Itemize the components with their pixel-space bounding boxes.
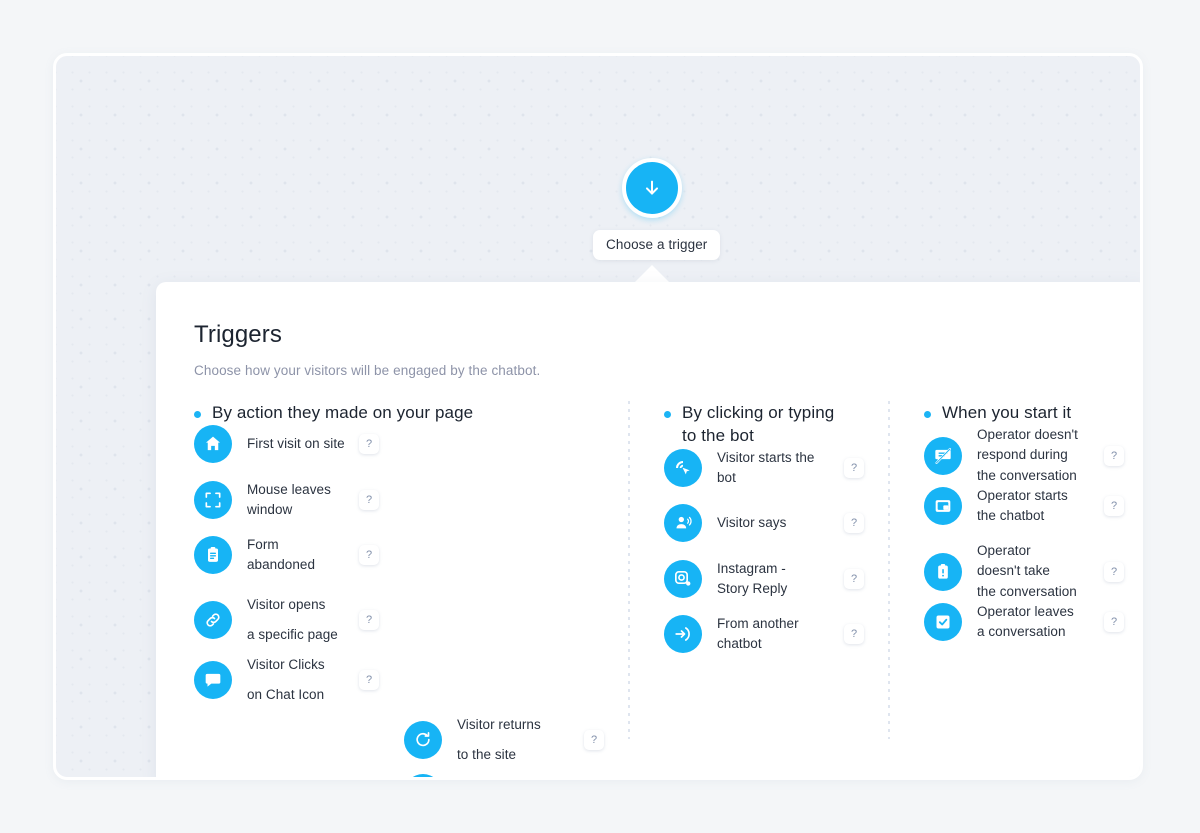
chat-bubble-icon: [194, 661, 232, 700]
clipboard-icon: [194, 536, 232, 575]
trigger-item[interactable]: Visitor Clicks on Chat Icon?: [194, 650, 379, 711]
triggers-panel: Triggers Choose how your visitors will b…: [156, 282, 1140, 777]
panel-notch: [634, 265, 670, 283]
page-subtitle: Choose how your visitors will be engaged…: [194, 363, 541, 378]
trigger-item-label: Operator doesn't respond during the conver…: [977, 426, 1078, 483]
trigger-list: Visitor starts the bot? Visitor says? Insta…: [664, 448, 864, 674]
help-tooltip-button[interactable]: ?: [359, 610, 379, 631]
checkbox-icon: [924, 603, 962, 642]
trigger-item-label: From another chatbot: [717, 615, 799, 652]
help-tooltip-button[interactable]: ?: [844, 624, 864, 645]
help-tooltip-button[interactable]: ?: [844, 512, 864, 533]
chat-muted-icon: [924, 436, 962, 475]
trigger-list: First visit on site? Mouse leaves window? F…: [194, 424, 604, 777]
trigger-item-label: Form abandoned: [247, 536, 316, 573]
choose-trigger-label[interactable]: Choose a trigger: [593, 230, 721, 260]
trigger-item[interactable]: Visitor returns to the site?: [404, 710, 604, 771]
help-tooltip-button[interactable]: ?: [359, 670, 379, 691]
group-by-clicking-typing: By clicking or typing to the bot Visitor …: [664, 402, 864, 674]
trigger-item-label: Visitor returns to the site: [457, 716, 541, 763]
instagram-icon: [664, 560, 702, 599]
bullet-icon: [194, 411, 201, 418]
choose-trigger-node[interactable]: [622, 158, 682, 218]
trigger-subcolumn-b: Visitor returnsto the site?New event?The…: [404, 710, 604, 777]
trigger-item-label: First visit on site: [247, 435, 345, 451]
trigger-item[interactable]: From another chatbot?: [664, 614, 864, 655]
group-by-action: By action they made on your page First v…: [194, 402, 604, 777]
enter-arrow-icon: [664, 615, 702, 654]
help-tooltip-button[interactable]: ?: [359, 545, 379, 566]
trigger-item-label: Operator starts the chatbot: [977, 487, 1068, 524]
trigger-item[interactable]: New event?: [404, 773, 604, 777]
column-divider-2: [888, 401, 890, 739]
link-icon: [194, 601, 232, 640]
refresh-icon: [404, 721, 442, 760]
trigger-item[interactable]: First visit on site?: [194, 424, 379, 463]
trigger-item[interactable]: Mouse leaves window?: [194, 480, 379, 521]
trigger-item[interactable]: Visitor starts the bot?: [664, 448, 864, 489]
trigger-item[interactable]: Instagram - Story Reply?: [664, 559, 864, 600]
trigger-item[interactable]: Operator starts the chatbot?: [924, 486, 1124, 527]
group-when-you-start-it: When you start it Operator doesn't respon…: [924, 402, 1124, 662]
group-title: When you start it: [942, 403, 1072, 422]
help-tooltip-button[interactable]: ?: [359, 490, 379, 511]
page-title: Triggers: [194, 321, 282, 348]
help-tooltip-button[interactable]: ?: [844, 569, 864, 590]
trigger-item-label: Visitor starts the bot: [717, 449, 815, 486]
trigger-item-label: Visitor opens a specific page: [247, 596, 338, 643]
help-tooltip-button[interactable]: ?: [1104, 612, 1124, 633]
trigger-item[interactable]: Operator doesn't take the conversation?: [924, 541, 1124, 603]
help-tooltip-button[interactable]: ?: [1104, 445, 1124, 466]
help-tooltip-button[interactable]: ?: [359, 433, 379, 454]
trigger-item-label: Visitor says: [717, 514, 787, 530]
trigger-list: Operator doesn't respond during the conver…: [924, 425, 1124, 662]
trigger-item-label: Mouse leaves window: [247, 481, 331, 518]
speaking-icon: [664, 503, 702, 542]
trigger-item[interactable]: Visitor opens a specific page?: [194, 590, 379, 651]
group-header: By clicking or typing to the bot: [664, 402, 864, 448]
help-tooltip-button[interactable]: ?: [1104, 496, 1124, 517]
group-title: By action they made on your page: [212, 403, 474, 422]
help-tooltip-button[interactable]: ?: [844, 458, 864, 479]
cursor-click-icon: [664, 449, 702, 488]
group-title: By clicking or typing to the bot: [682, 403, 835, 445]
home-icon: [194, 424, 232, 463]
group-header: When you start it: [924, 402, 1124, 425]
trigger-item-label: Visitor Clicks on Chat Icon: [247, 656, 325, 703]
arrow-down-icon: [641, 177, 663, 199]
trigger-item-label: Operator leaves a conversation: [977, 603, 1074, 640]
bullet-icon: [924, 411, 931, 418]
column-divider-1: [628, 401, 630, 739]
bullet-icon: [664, 411, 671, 418]
window-icon: [924, 487, 962, 526]
new-event-icon: [404, 773, 442, 777]
trigger-subcolumn-a: First visit on site? Mouse leaves window? F…: [194, 424, 379, 711]
trigger-item-label: Instagram - Story Reply: [717, 560, 788, 597]
trigger-item[interactable]: Operator doesn't respond during the conver…: [924, 425, 1124, 487]
trigger-item-label: Operator doesn't take the conversation: [977, 542, 1077, 599]
help-tooltip-button[interactable]: ?: [1104, 561, 1124, 582]
help-tooltip-button[interactable]: ?: [584, 730, 604, 751]
trigger-item[interactable]: Form abandoned?: [194, 535, 379, 576]
trigger-item[interactable]: Operator leaves a conversation?: [924, 602, 1124, 643]
trigger-item[interactable]: Visitor says?: [664, 503, 864, 542]
flow-canvas: Choose a trigger Triggers Choose how you…: [53, 53, 1143, 780]
expand-icon: [194, 481, 232, 520]
group-header: By action they made on your page: [194, 402, 604, 425]
alert-clipboard-icon: [924, 552, 962, 591]
